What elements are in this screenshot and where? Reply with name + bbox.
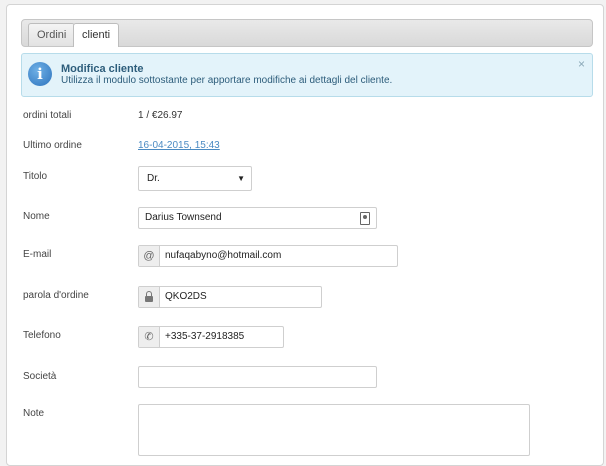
order-password-label: parola d'ordine <box>23 290 89 301</box>
alert-title: Modifica cliente <box>61 63 144 75</box>
company-field[interactable] <box>138 366 377 388</box>
info-alert: i Modifica cliente Utilizza il modulo so… <box>21 53 593 97</box>
company-label: Società <box>23 371 57 382</box>
title-select-value: Dr. <box>147 173 160 184</box>
phone-value: +335-37-2918385 <box>165 331 245 342</box>
title-label: Titolo <box>23 171 48 182</box>
order-password-field[interactable]: QKO2DS <box>138 286 322 308</box>
customer-panel: Ordini clienti i Modifica cliente Utiliz… <box>6 4 604 466</box>
chevron-down-icon: ▼ <box>237 174 245 183</box>
email-field[interactable]: @ nufaqabyno@hotmail.com <box>138 245 398 267</box>
last-order-link[interactable]: 16-04-2015, 15:43 <box>138 140 220 151</box>
note-label: Note <box>23 408 45 419</box>
email-value: nufaqabyno@hotmail.com <box>165 250 282 261</box>
note-textarea[interactable] <box>138 404 530 456</box>
total-orders-value: 1 / €26.97 <box>138 110 183 121</box>
info-icon: i <box>28 62 52 86</box>
tab-orders[interactable]: Ordini <box>28 23 76 46</box>
name-label: Nome <box>23 211 50 222</box>
title-select[interactable]: Dr. ▼ <box>138 166 252 191</box>
name-field[interactable]: Darius Townsend <box>138 207 377 229</box>
close-icon[interactable]: × <box>578 57 585 71</box>
email-label: E-mail <box>23 249 52 260</box>
tab-bar: Ordini clienti <box>21 19 593 47</box>
alert-text: Utilizza il modulo sottostante per appor… <box>61 75 393 86</box>
last-order-label: Ultimo ordine <box>23 140 82 151</box>
lock-icon <box>145 291 153 302</box>
contact-card-icon <box>360 212 370 225</box>
tab-customers[interactable]: clienti <box>73 23 120 47</box>
phone-field[interactable]: ✆ +335-37-2918385 <box>138 326 284 348</box>
phone-label: Telefono <box>23 330 61 341</box>
phone-icon: ✆ <box>139 327 160 347</box>
total-orders-label: ordini totali <box>23 110 72 121</box>
name-value: Darius Townsend <box>145 212 222 223</box>
lock-addon <box>139 287 160 307</box>
at-icon: @ <box>139 246 160 266</box>
order-password-value: QKO2DS <box>165 291 207 302</box>
